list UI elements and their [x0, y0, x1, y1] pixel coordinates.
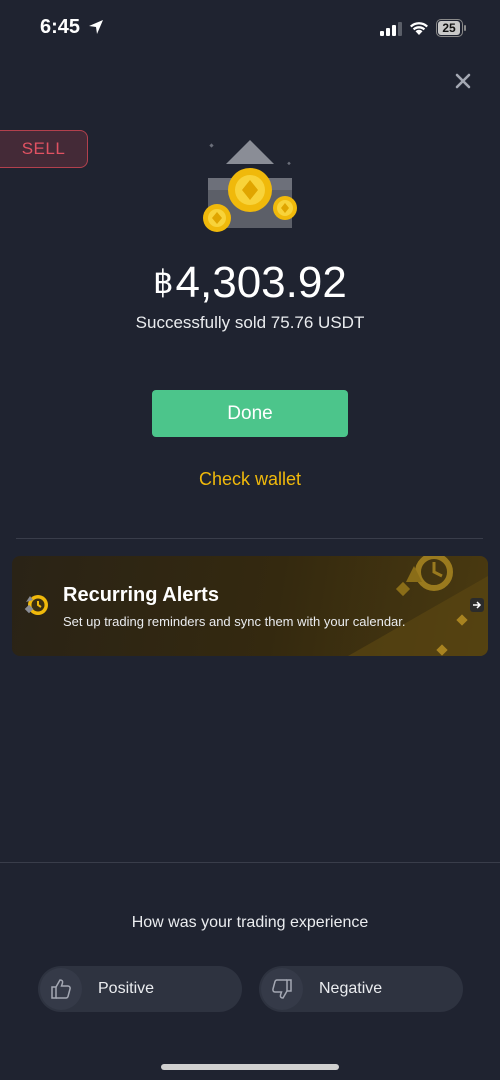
feedback-question: How was your trading experience	[131, 914, 369, 931]
positive-feedback-button[interactable]: Positive	[38, 966, 242, 1012]
sold-amount: ฿4,303.92	[0, 258, 500, 308]
amount-value: 4,303.92	[175, 258, 347, 307]
footer-divider	[0, 862, 500, 863]
done-button[interactable]: Done	[152, 390, 348, 437]
close-button[interactable]	[450, 68, 476, 94]
close-icon	[455, 73, 471, 89]
banner-description: Set up trading reminders and sync them w…	[63, 614, 406, 629]
thumbs-down-icon	[272, 979, 292, 999]
battery-icon: 25	[436, 19, 466, 37]
currency-symbol: ฿	[153, 264, 174, 300]
thumbs-up-icon-container	[40, 968, 82, 1010]
status-bar: 6:45 25	[0, 0, 500, 60]
battery-level: 25	[438, 21, 460, 35]
sell-success-illustration-icon	[203, 140, 297, 232]
section-divider	[16, 538, 483, 539]
arrow-right-icon	[473, 601, 482, 609]
home-indicator[interactable]	[161, 1064, 339, 1070]
location-arrow-icon	[89, 20, 103, 34]
positive-label: Positive	[98, 980, 155, 997]
banner-decoration-icon	[348, 556, 488, 656]
check-wallet-link[interactable]: Check wallet	[0, 469, 500, 490]
thumbs-down-icon-container	[261, 968, 303, 1010]
status-time: 6:45	[40, 16, 81, 38]
recurring-alerts-banner[interactable]: Recurring Alerts Set up trading reminder…	[12, 556, 488, 656]
negative-feedback-button[interactable]: Negative	[259, 966, 463, 1012]
success-message: Successfully sold 75.76 USDT	[135, 313, 365, 332]
cellular-signal-icon	[380, 22, 402, 36]
banner-arrow-button[interactable]	[470, 598, 484, 612]
alarm-clock-icon	[24, 595, 48, 615]
sell-badge: SELL	[0, 130, 88, 168]
negative-label: Negative	[319, 980, 383, 997]
banner-title: Recurring Alerts	[63, 584, 219, 606]
wifi-icon	[410, 22, 428, 35]
thumbs-up-icon	[51, 979, 71, 999]
